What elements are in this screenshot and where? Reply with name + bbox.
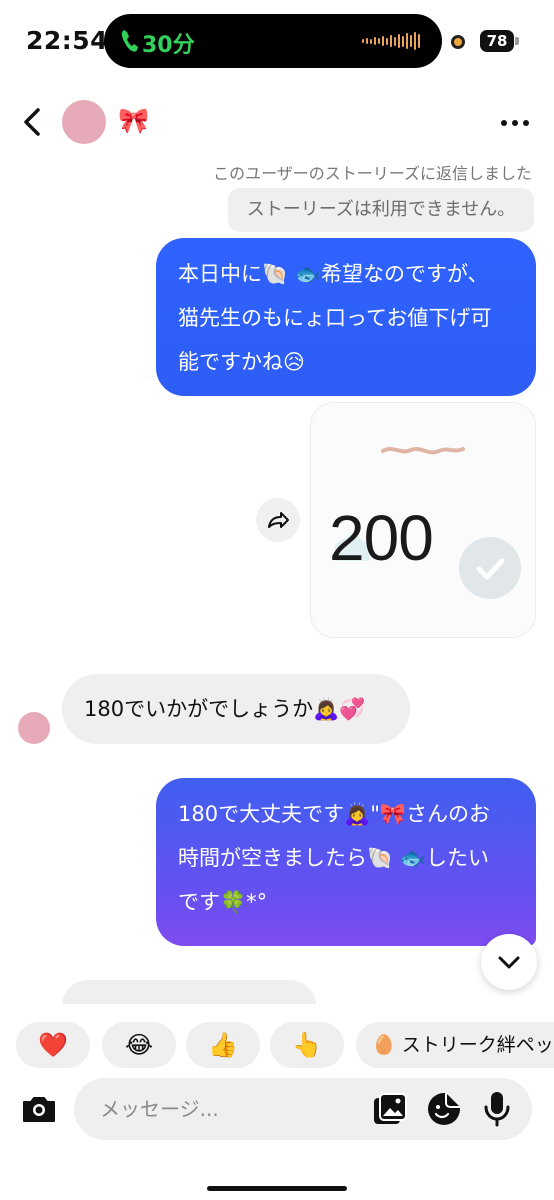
story-unavailable-chip: ストーリーズは利用できません。 bbox=[228, 188, 534, 232]
quick-reaction-laugh[interactable]: 😂 bbox=[102, 1022, 176, 1068]
chat-header: 🎀 bbox=[0, 94, 554, 152]
message-line: 時間が空きましたら🐚 🐟したい bbox=[178, 846, 489, 870]
message-input[interactable] bbox=[100, 1093, 300, 1125]
outgoing-message-bubble[interactable]: 本日中に🐚 🐟希望なのですが、 猫先生のもにょ口ってお値下げ可 能ですかね😥 bbox=[156, 238, 536, 396]
streak-pet-chip[interactable]: 🥚 ストリーク絆ペッ bbox=[356, 1022, 554, 1068]
battery-tip bbox=[515, 37, 519, 45]
message-line: 猫先生のもにょ口ってお値下げ可 bbox=[178, 306, 492, 330]
handwritten-scribble bbox=[381, 447, 465, 455]
quick-reaction-heart[interactable]: ❤️ bbox=[16, 1022, 90, 1068]
chevron-down-icon bbox=[498, 956, 520, 969]
incoming-message-bubble[interactable]: 180でいかがでしょうか🙇‍♀️💞 bbox=[62, 674, 410, 744]
message-line: 能ですかね😥 bbox=[178, 350, 305, 374]
quick-reaction-thumbs-up[interactable]: 👍 bbox=[186, 1022, 260, 1068]
watermark-check-icon bbox=[459, 537, 521, 599]
avatar[interactable] bbox=[18, 712, 50, 744]
camera-icon[interactable] bbox=[20, 1090, 58, 1128]
share-arrow-icon[interactable] bbox=[256, 498, 300, 542]
message-composer bbox=[0, 1078, 554, 1142]
home-indicator bbox=[207, 1186, 347, 1191]
battery-indicator: 78 bbox=[480, 30, 514, 52]
quick-reaction-bar: ❤️ 😂 👍 👆 🥚 ストリーク絆ペッ bbox=[0, 1004, 554, 1084]
phone-icon bbox=[121, 30, 138, 52]
check-icon bbox=[476, 558, 505, 580]
egg-icon: 🥚 bbox=[372, 1034, 396, 1056]
microphone-icon[interactable] bbox=[482, 1090, 512, 1128]
message-line: 本日中に🐚 🐟希望なのですが、 bbox=[178, 262, 489, 286]
avatar[interactable] bbox=[62, 100, 106, 144]
back-chevron-icon[interactable] bbox=[14, 102, 54, 142]
dynamic-island-call[interactable]: 30分 bbox=[104, 14, 442, 68]
camera-in-use-indicator-icon bbox=[451, 35, 465, 49]
story-reply-note: このユーザーのストーリーズに返信しました bbox=[213, 164, 532, 183]
outgoing-message-bubble[interactable]: 180で大丈夫です🙇‍♀️"🎀さんのお 時間が空きましたら🐚 🐟したい です🍀*… bbox=[156, 778, 536, 946]
message-line: 180で大丈夫です🙇‍♀️"🎀さんのお bbox=[178, 802, 491, 826]
image-price-text: 200 bbox=[329, 502, 434, 574]
quick-reaction-point-up[interactable]: 👆 bbox=[270, 1022, 344, 1068]
more-options-icon[interactable] bbox=[498, 106, 532, 140]
sent-image-attachment[interactable]: 200 bbox=[310, 402, 536, 638]
status-time: 22:54 bbox=[26, 26, 109, 55]
contact-name[interactable]: 🎀 bbox=[118, 106, 149, 136]
sticker-icon[interactable] bbox=[426, 1091, 462, 1127]
audio-waveform-icon bbox=[362, 31, 420, 51]
scroll-to-bottom-button[interactable] bbox=[481, 934, 537, 990]
message-line: です🍀*° bbox=[178, 890, 268, 914]
streak-chip-label: ストリーク絆ペッ bbox=[401, 1034, 554, 1056]
call-duration: 30分 bbox=[142, 33, 195, 58]
status-bar: 22:54 30分 78 bbox=[0, 0, 554, 86]
gallery-icon[interactable] bbox=[372, 1092, 408, 1126]
